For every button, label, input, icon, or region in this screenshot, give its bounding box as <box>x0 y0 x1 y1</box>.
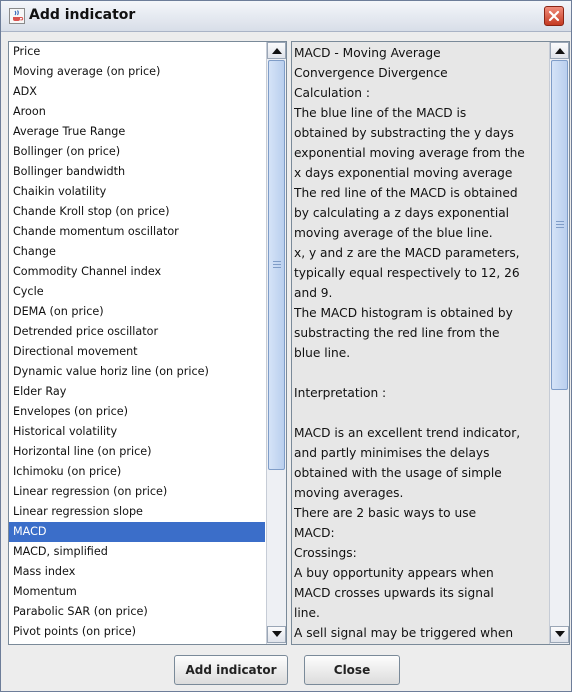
list-item[interactable]: Linear regression (on price) <box>9 482 265 502</box>
list-item[interactable]: Mass index <box>9 562 265 582</box>
description-line: x days exponential moving average <box>294 166 513 180</box>
add-indicator-button[interactable]: Add indicator <box>174 655 288 685</box>
description-panel: MACD - Moving Average Convergence Diverge… <box>291 41 570 645</box>
description-line: moving average of the blue line. <box>294 226 493 240</box>
list-item[interactable]: ADX <box>9 82 265 102</box>
description-line: MACD is an excellent trend indicator, <box>294 426 521 440</box>
list-item[interactable]: Bollinger (on price) <box>9 142 265 162</box>
list-item[interactable]: Commodity Channel index <box>9 262 265 282</box>
description-line <box>294 363 550 383</box>
indicator-list-scrollbar[interactable] <box>266 42 286 644</box>
description-line: obtained with the usage of simple <box>294 466 502 480</box>
arrow-up-icon <box>272 48 282 54</box>
list-item[interactable]: Envelopes (on price) <box>9 402 265 422</box>
list-item[interactable]: Chande Kroll stop (on price) <box>9 202 265 222</box>
description-line: Calculation : <box>294 86 370 100</box>
list-item[interactable]: Parabolic SAR (on price) <box>9 602 265 622</box>
desc-scroll-down-button[interactable] <box>550 626 569 643</box>
description-line: There are 2 basic ways to use <box>294 506 477 520</box>
description-line: exponential moving average from the <box>294 146 525 160</box>
scroll-down-button[interactable] <box>267 626 286 643</box>
list-item[interactable]: Change <box>9 242 265 262</box>
scroll-up-button[interactable] <box>267 42 286 59</box>
list-item[interactable]: Moving average (on price) <box>9 62 265 82</box>
arrow-down-icon <box>555 631 565 637</box>
description-line: and 9. <box>294 286 333 300</box>
list-item[interactable]: Linear regression slope <box>9 502 265 522</box>
arrow-down-icon <box>272 631 282 637</box>
description-line: MACD: <box>294 526 335 540</box>
description-line: substracting the red line from the <box>294 326 500 340</box>
list-item[interactable]: Momentum <box>9 582 265 602</box>
description-line: The blue line of the MACD is <box>294 106 467 120</box>
list-item[interactable]: Price <box>9 42 265 62</box>
arrow-up-icon <box>555 48 565 54</box>
description-line: by calculating a z days exponential <box>294 206 510 220</box>
list-item[interactable]: Chande momentum oscillator <box>9 222 265 242</box>
description-line: Interpretation : <box>294 386 387 400</box>
description-line: A buy opportunity appears when <box>294 566 494 580</box>
java-cup-icon <box>9 8 25 24</box>
list-item[interactable]: Chaikin volatility <box>9 182 265 202</box>
description-line: The MACD histogram is obtained by <box>294 306 513 320</box>
list-item[interactable]: Cycle <box>9 282 265 302</box>
list-item[interactable]: Elder Ray <box>9 382 265 402</box>
desc-scroll-up-button[interactable] <box>550 42 569 59</box>
list-item[interactable]: Directional movement <box>9 342 265 362</box>
description-line: blue line. <box>294 346 351 360</box>
list-item[interactable]: MACD <box>9 522 265 542</box>
scroll-thumb[interactable] <box>268 60 285 470</box>
description-line: Convergence Divergence <box>294 66 448 80</box>
description-line: x, y and z are the MACD parameters, <box>294 246 520 260</box>
description-line: Crossings: <box>294 546 357 560</box>
list-item[interactable]: Pivot points (on price) <box>9 622 265 642</box>
list-item[interactable]: Aroon <box>9 102 265 122</box>
title-bar[interactable]: Add indicator <box>1 1 571 32</box>
description-line: line. <box>294 606 320 620</box>
close-window-button[interactable] <box>544 6 564 26</box>
list-item[interactable]: Bollinger bandwidth <box>9 162 265 182</box>
list-item[interactable]: DEMA (on price) <box>9 302 265 322</box>
add-indicator-dialog: Add indicator Price Moving average (on pr… <box>0 0 572 692</box>
indicator-list[interactable]: Price Moving average (on price) ADX Aroon Av… <box>9 42 265 644</box>
description-line: The red line of the MACD is obtained <box>294 186 518 200</box>
description-line: moving averages. <box>294 486 404 500</box>
list-item[interactable]: Historical volatility <box>9 422 265 442</box>
list-item[interactable]: MACD, simplified <box>9 542 265 562</box>
indicator-description: MACD - Moving Average Convergence Diverge… <box>294 43 550 643</box>
description-line: obtained by substracting the y days <box>294 126 514 140</box>
description-line <box>294 403 550 423</box>
list-item[interactable]: Detrended price oscillator <box>9 322 265 342</box>
close-x-icon <box>548 10 560 22</box>
list-item[interactable]: Dynamic value horiz line (on price) <box>9 362 265 382</box>
list-item[interactable]: Average True Range <box>9 122 265 142</box>
window-title: Add indicator <box>29 7 136 23</box>
description-line: and partly minimises the delays <box>294 446 490 460</box>
description-line: MACD crosses upwards its signal <box>294 586 494 600</box>
list-item[interactable]: Horizontal line (on price) <box>9 442 265 462</box>
description-line: A sell signal may be triggered when <box>294 626 514 640</box>
description-line: typically equal respectively to 12, 26 <box>294 266 520 280</box>
desc-scroll-thumb[interactable] <box>551 60 568 390</box>
close-button[interactable]: Close <box>304 655 400 685</box>
list-item[interactable]: Ichimoku (on price) <box>9 462 265 482</box>
description-line: MACD - Moving Average <box>294 46 441 60</box>
indicator-list-panel: Price Moving average (on price) ADX Aroon Av… <box>8 41 287 645</box>
description-scrollbar[interactable] <box>549 42 569 644</box>
